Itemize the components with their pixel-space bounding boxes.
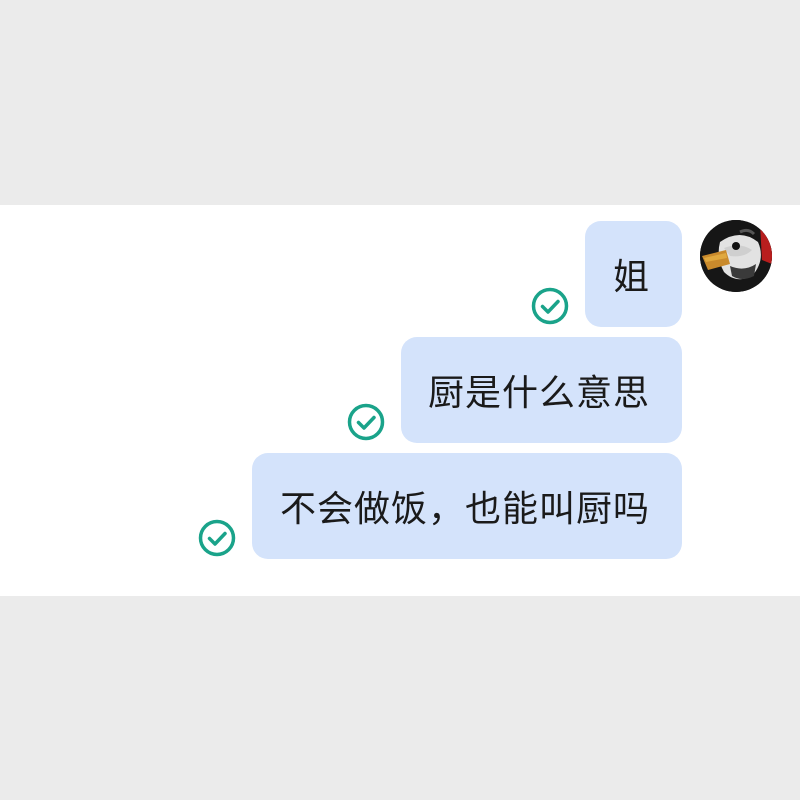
message-bubble[interactable]: 姐 <box>584 221 682 327</box>
message-bubble[interactable]: 厨是什么意思 <box>400 337 682 443</box>
user-avatar[interactable] <box>700 220 772 292</box>
read-check-icon <box>531 287 569 325</box>
message-row: 姐 <box>531 221 682 327</box>
message-text: 姐 <box>612 257 650 298</box>
read-check-icon <box>198 519 236 557</box>
read-check-icon <box>347 403 385 441</box>
message-text: 不会做饭，也能叫厨吗 <box>279 489 650 530</box>
message-text: 厨是什么意思 <box>427 373 650 414</box>
message-bubble[interactable]: 不会做饭，也能叫厨吗 <box>251 453 682 559</box>
message-row: 厨是什么意思 <box>347 337 682 443</box>
duck-avatar-icon <box>700 220 772 292</box>
message-row: 不会做饭，也能叫厨吗 <box>198 453 682 559</box>
